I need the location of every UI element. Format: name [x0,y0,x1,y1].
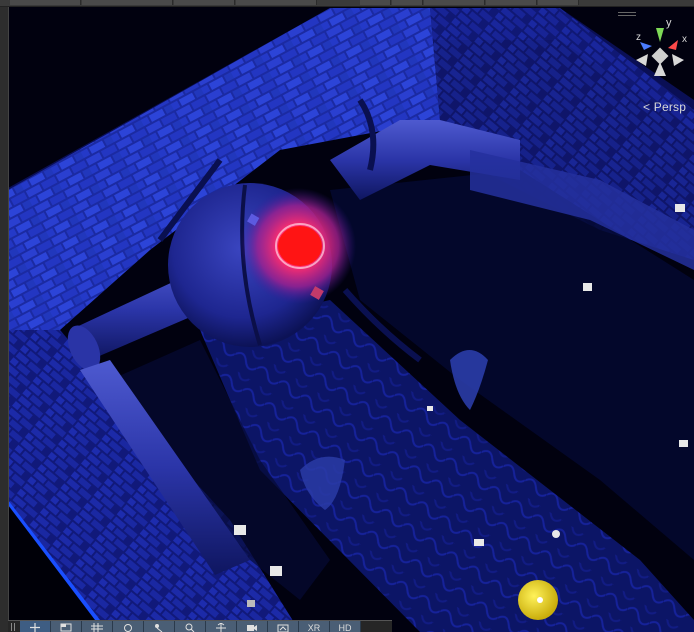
scene-render[interactable] [0,0,694,632]
projection-label: Persp [653,100,687,114]
move-icon [30,623,40,632]
axis-x-cone[interactable] [668,40,678,50]
axis-y-cone[interactable] [656,28,664,42]
zoom-tool-button[interactable] [175,621,206,632]
transform-icon [216,623,226,632]
gizmos-toggle-button[interactable] [144,621,175,632]
move-tool-button[interactable] [20,621,51,632]
axis-z-label: z [636,32,641,43]
axis-neg-x-cone[interactable] [636,54,648,66]
render-toggle-button[interactable] [268,621,299,632]
xr-toggle-button[interactable]: XR [299,621,330,632]
orientation-gizmo[interactable]: y z x [628,14,694,86]
camera-icon [247,625,257,631]
render-icon [277,624,289,632]
hd-toggle-button[interactable]: HD [330,621,361,632]
gizmo-center-cube[interactable] [651,47,669,65]
toolbar-drag-handle[interactable] [8,621,20,632]
orbit-tool-button[interactable] [113,621,144,632]
grid-toggle-button[interactable] [82,621,113,632]
axis-x-label: x [682,34,687,45]
axis-y-label: y [666,17,672,29]
chevron-left-icon: < [643,100,651,114]
projection-toggle[interactable]: < Persp [643,100,686,114]
scene-viewport[interactable]: y z x < Persp XR HD [0,0,694,632]
left-panel-edge [0,0,9,632]
axis-z-cone[interactable] [640,42,652,50]
editor-top-strip [0,0,694,7]
gizmo-icon [155,624,163,632]
camera-toggle-button[interactable] [237,621,268,632]
orbit-icon [124,624,132,632]
shaded-icon [60,623,72,632]
magnifier-icon [185,623,195,632]
scene-overlay-toolbar[interactable]: XR HD [8,620,392,632]
transform-tool-button[interactable] [206,621,237,632]
grid-icon [91,623,103,632]
shaded-mode-button[interactable] [51,621,82,632]
axis-neg-z-cone[interactable] [672,54,684,66]
